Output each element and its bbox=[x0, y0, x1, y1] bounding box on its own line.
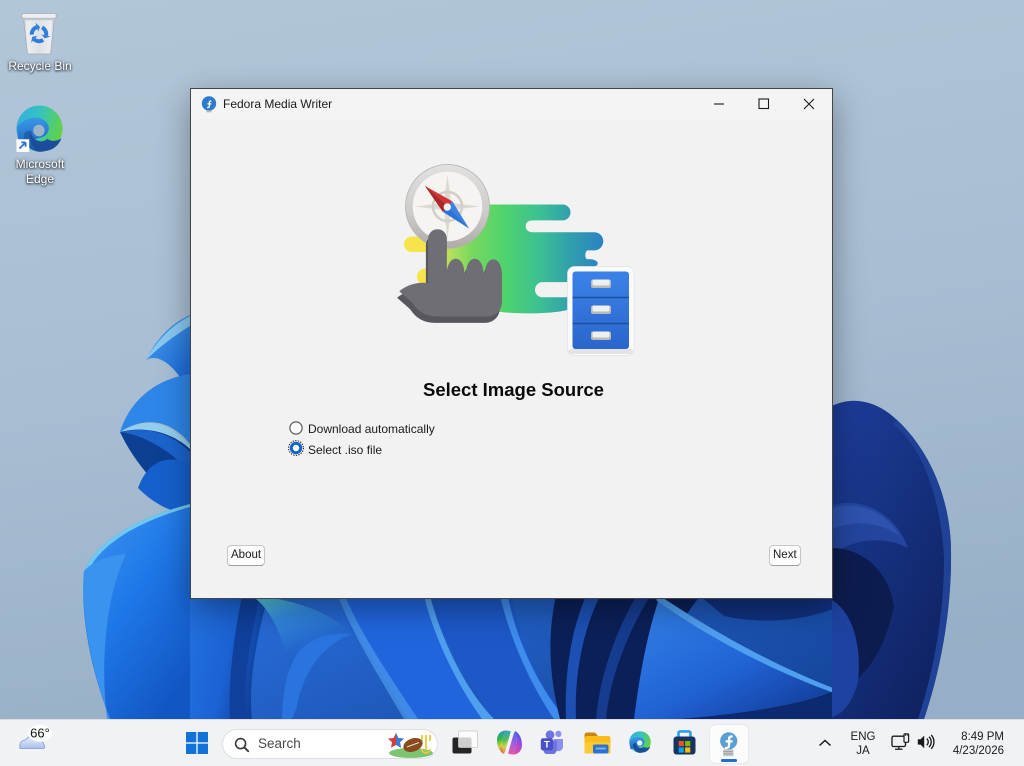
svg-text:66°: 66° bbox=[30, 726, 50, 741]
svg-text:T: T bbox=[544, 740, 550, 751]
